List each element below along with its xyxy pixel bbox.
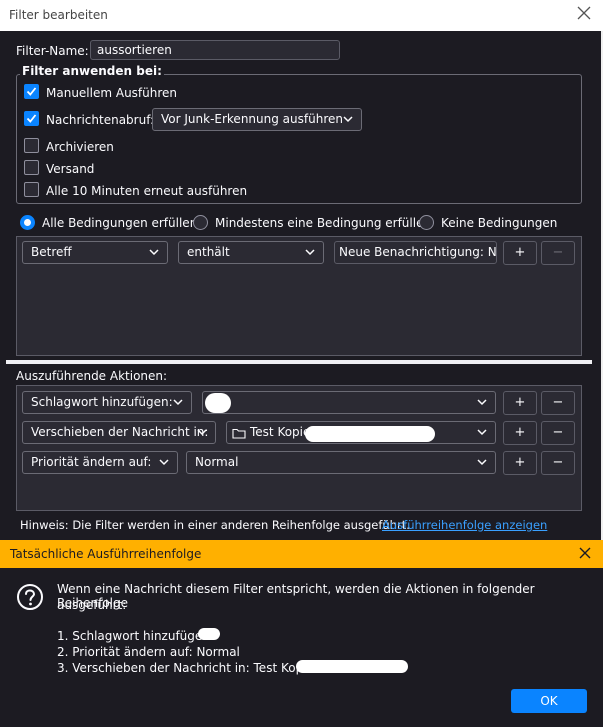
condition-value-text: Neue Benachrichtigung: Neue xyxy=(339,245,497,259)
order-dialog-titlebar: Tatsächliche Ausführreihenfolge xyxy=(0,540,603,568)
manual-checkbox[interactable] xyxy=(24,84,39,99)
chevron-down-icon xyxy=(159,459,169,466)
redaction-mark xyxy=(296,660,408,673)
match-any-radio[interactable] xyxy=(193,215,208,230)
priority-select[interactable]: Normal xyxy=(186,451,496,474)
condition-operator-select[interactable]: enthält xyxy=(178,241,324,264)
match-none-label: Keine Bedingungen xyxy=(441,216,558,230)
filter-name-input[interactable]: aussortieren xyxy=(90,40,340,60)
fetch-checkbox[interactable] xyxy=(24,111,39,126)
chevron-down-icon xyxy=(343,116,353,123)
condition-value-input[interactable]: Neue Benachrichtigung: Neue xyxy=(334,241,497,264)
match-all-radio[interactable] xyxy=(20,215,35,230)
chevron-down-icon xyxy=(477,459,487,466)
remove-action-button[interactable]: − xyxy=(541,451,575,475)
chevron-down-icon xyxy=(477,429,487,436)
close-icon[interactable] xyxy=(579,547,591,559)
chevron-down-icon xyxy=(149,249,159,256)
filter-name-label: Filter-Name: xyxy=(16,44,89,58)
fetch-label: Nachrichtenabruf: xyxy=(46,113,155,127)
action-type-select-1[interactable]: Schlagwort hinzufügen: xyxy=(22,391,192,414)
checkmark-icon xyxy=(26,87,37,96)
action-type-select-3[interactable]: Priorität ändern auf: xyxy=(22,451,178,474)
order-dialog-title: Tatsächliche Ausführreihenfolge xyxy=(10,547,202,561)
periodic-checkbox[interactable] xyxy=(24,182,39,197)
add-action-button[interactable]: + xyxy=(503,421,537,445)
dialog-message-line1: Wenn eine Nachricht diesem Filter entspr… xyxy=(57,582,535,610)
send-checkbox[interactable] xyxy=(24,160,39,175)
match-all-label: Alle Bedingungen erfüllen xyxy=(42,216,198,230)
chevron-down-icon xyxy=(477,399,487,406)
checkmark-icon xyxy=(26,114,37,123)
window-titlebar: Filter bearbeiten xyxy=(0,0,603,31)
order-hint: Hinweis: Die Filter werden in einer ande… xyxy=(20,518,410,532)
action-type-value: Priorität ändern auf: xyxy=(31,455,152,469)
question-icon xyxy=(17,584,43,610)
close-icon[interactable] xyxy=(577,6,591,20)
fetch-timing-value: Vor Junk-Erkennung ausführen xyxy=(161,112,343,126)
priority-value: Normal xyxy=(195,455,239,469)
remove-action-button[interactable]: − xyxy=(541,421,575,445)
add-condition-button[interactable]: + xyxy=(503,241,537,265)
action-type-value: Verschieben der Nachricht in: xyxy=(31,425,209,439)
remove-condition-button[interactable]: − xyxy=(541,241,575,265)
add-action-button[interactable]: + xyxy=(503,451,537,475)
match-none-radio[interactable] xyxy=(419,215,434,230)
window-title: Filter bearbeiten xyxy=(9,8,108,22)
action-type-value: Schlagwort hinzufügen: xyxy=(31,395,173,409)
dialog-message-line2: ausgeführt: xyxy=(57,598,127,612)
periodic-label: Alle 10 Minuten erneut ausführen xyxy=(46,184,248,198)
manual-label: Manuellem Ausführen xyxy=(46,86,178,100)
order-item-3: 3. Verschieben der Nachricht in: Test Ko… xyxy=(57,661,329,675)
show-order-link[interactable]: Ausführreihenfolge anzeigen xyxy=(382,518,547,532)
archive-checkbox[interactable] xyxy=(24,138,39,153)
chevron-down-icon xyxy=(197,429,207,436)
actions-legend: Auszuführende Aktionen: xyxy=(16,369,168,383)
order-item-1: 1. Schlagwort hinzufügen: xyxy=(57,629,214,643)
redaction-mark xyxy=(198,628,220,640)
condition-field-select[interactable]: Betreff xyxy=(22,241,168,264)
action-type-select-2[interactable]: Verschieben der Nachricht in: xyxy=(22,421,216,444)
remove-action-button[interactable]: − xyxy=(541,391,575,415)
chevron-down-icon xyxy=(305,249,315,256)
archive-label: Archivieren xyxy=(46,140,114,154)
ok-button[interactable]: OK xyxy=(511,689,587,713)
condition-field-value: Betreff xyxy=(31,245,72,259)
add-action-button[interactable]: + xyxy=(503,391,537,415)
match-any-label: Mindestens eine Bedingung erfüllen xyxy=(215,216,432,230)
pane-splitter[interactable] xyxy=(6,360,592,364)
apply-when-legend: Filter anwenden bei: xyxy=(20,64,164,78)
condition-operator-value: enthält xyxy=(187,245,230,259)
folder-icon xyxy=(232,428,246,439)
send-label: Versand xyxy=(46,162,95,176)
fetch-timing-select[interactable]: Vor Junk-Erkennung ausführen xyxy=(152,108,362,131)
order-item-2: 2. Priorität ändern auf: Normal xyxy=(57,645,240,659)
redaction-mark xyxy=(205,393,231,413)
redaction-mark xyxy=(305,426,435,442)
tag-select[interactable] xyxy=(202,391,496,414)
filter-name-value: aussortieren xyxy=(97,43,172,57)
chevron-down-icon xyxy=(173,399,183,406)
